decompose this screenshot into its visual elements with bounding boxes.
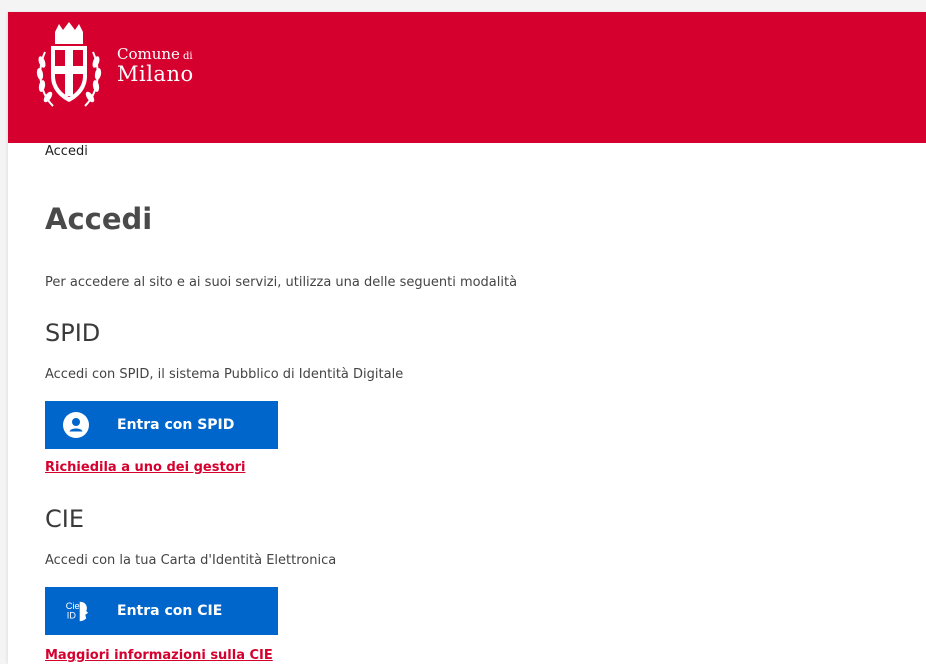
milano-crest-icon: [36, 22, 102, 107]
breadcrumb-current: Accedi: [45, 144, 88, 159]
cie-id-icon: Cie ID: [63, 598, 89, 624]
cie-section-title: CIE: [45, 505, 84, 533]
cie-description: Accedi con la tua Carta d'Identità Elett…: [45, 553, 337, 568]
cie-info-link[interactable]: Maggiori informazioni sulla CIE: [45, 648, 273, 663]
cie-login-button[interactable]: Cie ID Entra con CIE: [45, 587, 278, 635]
intro-text: Per accedere al sito e ai suoi servizi, …: [45, 275, 518, 290]
breadcrumb: Accedi: [45, 144, 88, 159]
svg-text:ID: ID: [67, 610, 77, 620]
spid-section-title: SPID: [45, 319, 101, 347]
site-header: Comune di Milano: [8, 12, 926, 143]
spid-user-icon: [63, 412, 89, 438]
logo-wordmark: Comune di Milano: [117, 47, 194, 85]
spid-description: Accedi con SPID, il sistema Pubblico di …: [45, 367, 404, 382]
logo-comune-text: Comune: [117, 45, 180, 63]
page-title: Accedi: [45, 202, 153, 236]
cie-button-label: Entra con CIE: [117, 603, 223, 619]
page-container: Comune di Milano Accedi Accedi Per acced…: [8, 12, 926, 664]
logo-di-text: di: [182, 51, 193, 62]
spid-login-button[interactable]: Entra con SPID: [45, 401, 278, 449]
spid-providers-link[interactable]: Richiedila a uno dei gestori: [45, 460, 245, 475]
logo-milano-text: Milano: [117, 62, 194, 86]
comune-milano-logo-link[interactable]: Comune di Milano: [33, 22, 194, 110]
spid-button-label: Entra con SPID: [117, 417, 235, 433]
